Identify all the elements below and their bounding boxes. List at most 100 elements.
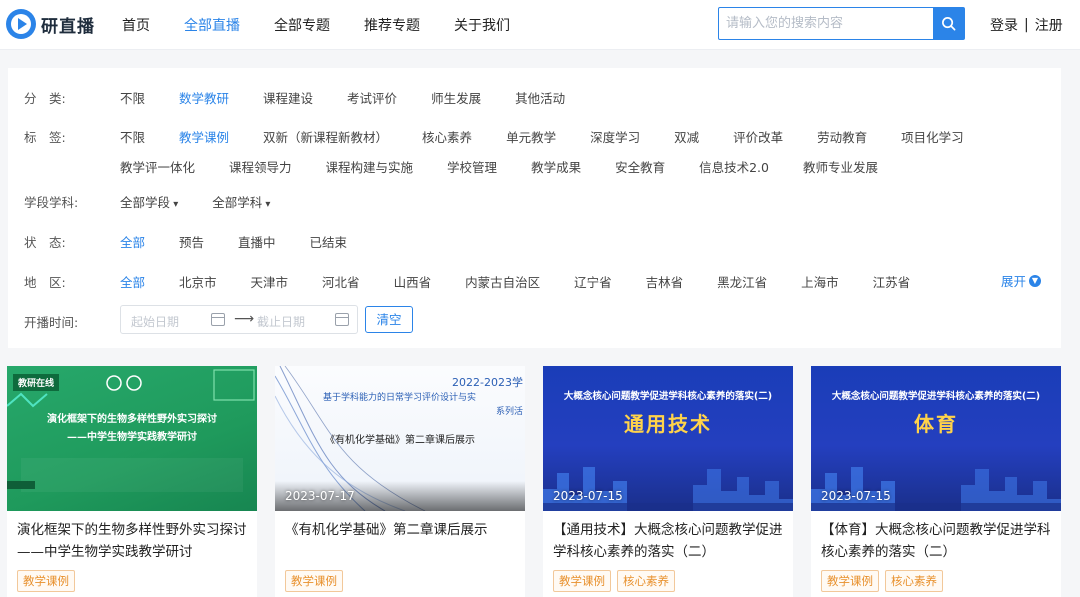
live-card[interactable]: 2022-2023学 基于学科能力的日常学习评价设计与实 系列活 《有机化学基础… bbox=[275, 366, 525, 597]
region-option[interactable]: 全部 bbox=[120, 272, 145, 291]
nav-item-all-live[interactable]: 全部直播 bbox=[184, 15, 240, 35]
region-option[interactable]: 河北省 bbox=[322, 272, 360, 291]
tag-option[interactable]: 双新（新课程新教材） bbox=[263, 127, 388, 146]
card-title[interactable]: 【体育】大概念核心问题教学促进学科核心素养的落实（二） bbox=[821, 519, 1057, 563]
nav-item-all-topics[interactable]: 全部专题 bbox=[274, 15, 330, 35]
card-title[interactable]: 《有机化学基础》第二章课后展示 bbox=[285, 519, 521, 541]
category-option[interactable]: 师生发展 bbox=[431, 88, 481, 107]
card-thumbnail: 教研在线 演化框架下的生物多样性野外实习探讨 ——中学生物学实践教学研讨 bbox=[7, 366, 257, 511]
brand-logo[interactable]: 研直播 bbox=[6, 9, 95, 39]
thumb-series: 系列活 bbox=[495, 407, 523, 417]
thumb-subtitle: 基于学科能力的日常学习评价设计与实 bbox=[323, 393, 477, 403]
region-option[interactable]: 吉林省 bbox=[646, 272, 684, 291]
card-tag[interactable]: 教学课例 bbox=[17, 570, 75, 592]
chevron-down-circle-icon: ▼ bbox=[1029, 274, 1041, 287]
top-header: 研直播 首页 全部直播 全部专题 推荐专题 关于我们 登录 | 注册 bbox=[0, 0, 1080, 50]
region-option[interactable]: 辽宁省 bbox=[574, 272, 612, 291]
start-date-input[interactable]: 起始日期 bbox=[131, 313, 179, 330]
tag-option[interactable]: 教学成果 bbox=[531, 157, 581, 176]
category-option[interactable]: 课程建设 bbox=[263, 88, 313, 107]
tag-option[interactable]: 核心素养 bbox=[422, 127, 472, 146]
calendar-icon bbox=[335, 313, 349, 326]
card-tag[interactable]: 核心素养 bbox=[617, 570, 675, 592]
tag-option[interactable]: 深度学习 bbox=[590, 127, 640, 146]
filter-label-category: 分 类: bbox=[24, 91, 66, 106]
card-tag[interactable]: 核心素养 bbox=[885, 570, 943, 592]
tag-option[interactable]: 教学评一体化 bbox=[120, 157, 195, 176]
tag-option[interactable]: 项目化学习 bbox=[901, 127, 964, 146]
category-option[interactable]: 其他活动 bbox=[515, 88, 565, 107]
filter-row-time: 开播时间: bbox=[24, 312, 120, 331]
filter-options-status: 全部 预告 直播中 已结束 bbox=[120, 232, 1020, 251]
region-option[interactable]: 江苏省 bbox=[873, 272, 911, 291]
tag-option[interactable]: 课程领导力 bbox=[229, 157, 292, 176]
date-range-picker[interactable]: 起始日期 ⟶ 截止日期 bbox=[120, 305, 358, 334]
card-title[interactable]: 演化框架下的生物多样性野外实习探讨——中学生物学实践教学研讨 bbox=[17, 519, 253, 563]
filter-options-category: 不限 数学教研 课程建设 考试评价 师生发展 其他活动 bbox=[120, 88, 1020, 107]
live-card[interactable]: 大概念核心问题教学促进学科核心素养的落实(二) 体育 2023-07-15 【体… bbox=[811, 366, 1061, 597]
card-thumbnail: 2022-2023学 基于学科能力的日常学习评价设计与实 系列活 《有机化学基础… bbox=[275, 366, 525, 511]
nav-item-about[interactable]: 关于我们 bbox=[454, 15, 510, 35]
search-box bbox=[718, 7, 965, 40]
status-option[interactable]: 全部 bbox=[120, 232, 145, 251]
live-card[interactable]: 大概念核心问题教学促进学科核心素养的落实(二) 通用技术 2023-07-15 … bbox=[543, 366, 793, 597]
region-option[interactable]: 北京市 bbox=[179, 272, 217, 291]
category-option[interactable]: 数学教研 bbox=[179, 88, 229, 107]
tag-option[interactable]: 教师专业发展 bbox=[803, 157, 878, 176]
thumb-main-title: 《有机化学基础》第二章课后展示 bbox=[325, 435, 475, 446]
live-card[interactable]: 教研在线 演化框架下的生物多样性野外实习探讨 ——中学生物学实践教学研讨 演化框… bbox=[7, 366, 257, 597]
tag-option[interactable]: 课程构建与实施 bbox=[326, 157, 414, 176]
filter-row-category: 分 类: 不限 数学教研 课程建设 考试评价 师生发展 其他活动 bbox=[24, 88, 1020, 107]
tag-option[interactable]: 不限 bbox=[120, 127, 145, 146]
card-tag[interactable]: 教学课例 bbox=[821, 570, 879, 592]
login-link[interactable]: 登录 bbox=[990, 15, 1018, 35]
clear-button[interactable]: 清空 bbox=[365, 306, 413, 333]
subject-dropdown[interactable]: 全部学科 bbox=[212, 192, 270, 211]
expand-label: 展开 bbox=[1000, 274, 1026, 289]
thumb-title: 大概念核心问题教学促进学科核心素养的落实(二) bbox=[563, 391, 773, 402]
status-option[interactable]: 已结束 bbox=[310, 232, 348, 251]
region-option[interactable]: 内蒙古自治区 bbox=[465, 272, 540, 291]
region-option[interactable]: 上海市 bbox=[801, 272, 839, 291]
tag-option[interactable]: 单元教学 bbox=[506, 127, 556, 146]
register-link[interactable]: 注册 bbox=[1035, 15, 1063, 35]
nav-item-recommended-topics[interactable]: 推荐专题 bbox=[364, 15, 420, 35]
tag-option[interactable]: 信息技术2.0 bbox=[699, 157, 769, 176]
tag-option[interactable]: 学校管理 bbox=[447, 157, 497, 176]
tag-option[interactable]: 劳动教育 bbox=[817, 127, 867, 146]
region-option[interactable]: 天津市 bbox=[251, 272, 289, 291]
card-date: 2023-07-15 bbox=[821, 489, 891, 503]
filter-panel: 分 类: 不限 数学教研 课程建设 考试评价 师生发展 其他活动 标 签: 不限… bbox=[8, 68, 1061, 348]
region-option[interactable]: 山西省 bbox=[394, 272, 432, 291]
card-tag[interactable]: 教学课例 bbox=[553, 570, 611, 592]
search-button[interactable] bbox=[933, 8, 964, 39]
region-option[interactable]: 黑龙江省 bbox=[717, 272, 767, 291]
filter-label-time: 开播时间: bbox=[24, 315, 79, 330]
thumb-title: 大概念核心问题教学促进学科核心素养的落实(二) bbox=[831, 391, 1041, 402]
end-date-input[interactable]: 截止日期 bbox=[257, 313, 305, 330]
category-option[interactable]: 不限 bbox=[120, 88, 145, 107]
card-tag[interactable]: 教学课例 bbox=[285, 570, 343, 592]
card-tags: 教学课例 核心素养 bbox=[821, 570, 943, 592]
status-option[interactable]: 直播中 bbox=[238, 232, 276, 251]
search-input[interactable] bbox=[719, 8, 933, 39]
tag-option[interactable]: 教学课例 bbox=[179, 127, 229, 146]
card-title[interactable]: 【通用技术】大概念核心问题教学促进学科核心素养的落实（二） bbox=[553, 519, 789, 563]
card-tags: 教学课例 bbox=[17, 570, 75, 592]
filter-options-stage: 全部学段 全部学科 bbox=[120, 192, 1020, 211]
search-icon bbox=[942, 17, 956, 31]
filter-options-region: 全部 北京市 天津市 河北省 山西省 内蒙古自治区 辽宁省 吉林省 黑龙江省 上… bbox=[120, 272, 1020, 291]
stage-dropdown[interactable]: 全部学段 bbox=[120, 192, 178, 211]
status-option[interactable]: 预告 bbox=[179, 232, 204, 251]
nav-item-home[interactable]: 首页 bbox=[122, 15, 150, 35]
card-date: 2023-07-15 bbox=[553, 489, 623, 503]
tag-option[interactable]: 评价改革 bbox=[733, 127, 783, 146]
tag-option[interactable]: 双减 bbox=[674, 127, 699, 146]
card-date: 2023-07-17 bbox=[285, 489, 355, 503]
thumb-year: 2022-2023学 bbox=[452, 376, 523, 389]
arrow-right-icon: ⟶ bbox=[234, 311, 255, 327]
tag-option[interactable]: 安全教育 bbox=[615, 157, 665, 176]
category-option[interactable]: 考试评价 bbox=[347, 88, 397, 107]
region-expand-button[interactable]: 展开 ▼ bbox=[1001, 271, 1041, 290]
auth-separator: | bbox=[1024, 17, 1029, 33]
